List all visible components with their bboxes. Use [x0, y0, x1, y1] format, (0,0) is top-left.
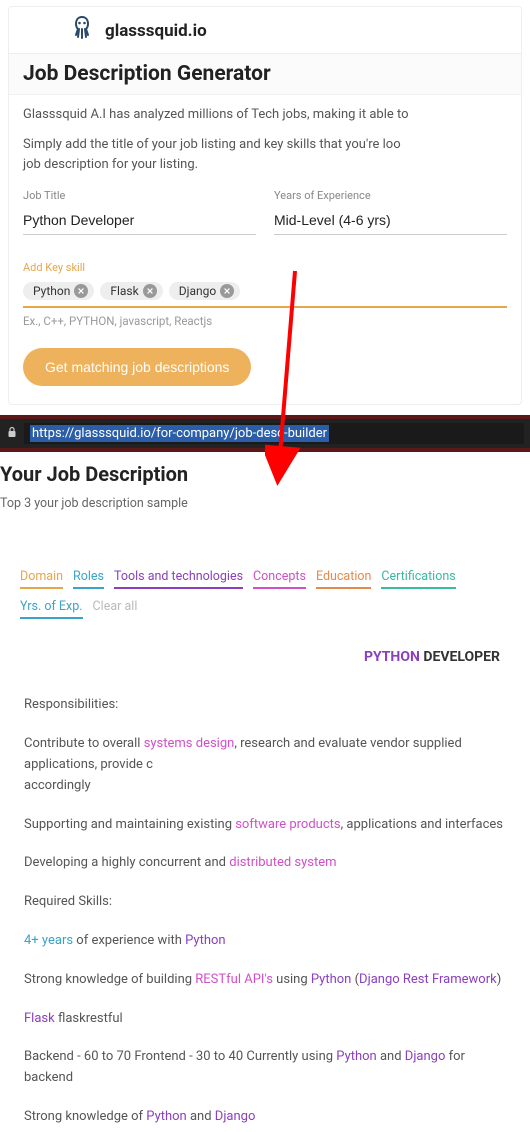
- card-header: Job Description Generator: [9, 53, 521, 95]
- squid-logo-icon: [69, 15, 95, 47]
- brand-row: glasssquid.io: [9, 7, 521, 53]
- skill-section: Add Key skill Python Flask Django Ex., C…: [9, 235, 521, 328]
- generator-heading: Job Description Generator: [23, 62, 507, 86]
- results-header: Your Job Description Top 3 your job desc…: [0, 452, 530, 511]
- filter-clear-all[interactable]: Clear all: [93, 599, 138, 619]
- job-title-input[interactable]: [23, 206, 256, 235]
- skill-chip-label: Flask: [110, 284, 138, 298]
- filter-row: Domain Roles Tools and technologies Conc…: [0, 511, 530, 619]
- jd-line: Supporting and maintaining existing soft…: [24, 815, 506, 836]
- filter-concepts[interactable]: Concepts: [253, 569, 306, 589]
- jd-body: Responsibilities: Contribute to overall …: [0, 665, 530, 1127]
- resp-heading: Responsibilities:: [24, 695, 506, 716]
- filter-tools[interactable]: Tools and technologies: [114, 569, 243, 589]
- filter-yrs-exp[interactable]: Yrs. of Exp.: [20, 599, 83, 619]
- jd-line: 4+ years of experience with Python: [24, 931, 506, 952]
- jd-line: Backend - 60 to 70 Frontend - 30 to 40 C…: [24, 1047, 506, 1089]
- skill-chips[interactable]: Python Flask Django: [23, 282, 507, 308]
- get-matching-button[interactable]: Get matching job descriptions: [23, 348, 251, 386]
- job-title-label: Job Title: [23, 189, 256, 202]
- skill-chip[interactable]: Django: [169, 282, 240, 300]
- generator-card: glasssquid.io Job Description Generator …: [8, 6, 522, 405]
- skill-chip[interactable]: Python: [23, 282, 94, 300]
- filter-domain[interactable]: Domain: [20, 569, 63, 589]
- jd-line: Contribute to overall systems design, re…: [24, 734, 506, 796]
- jd-title: PYTHON DEVELOPER: [0, 619, 530, 665]
- jd-line: Strong knowledge of building RESTful API…: [24, 970, 506, 991]
- results-heading: Your Job Description: [0, 462, 530, 486]
- job-title-field: Job Title: [23, 189, 256, 235]
- remove-chip-icon[interactable]: [143, 284, 157, 298]
- skill-chip[interactable]: Flask: [100, 282, 162, 300]
- browser-urlbar: https://glasssquid.io/for-company/job-de…: [0, 415, 530, 452]
- brand-name: glasssquid.io: [105, 21, 207, 41]
- experience-label: Years of Experience: [274, 189, 507, 202]
- generator-desc-2: Simply add the title of your job listing…: [9, 125, 521, 175]
- generator-desc-1: Glasssquid A.I has analyzed millions of …: [9, 95, 521, 125]
- jd-line: Developing a highly concurrent and distr…: [24, 853, 506, 874]
- url-text: https://glasssquid.io/for-company/job-de…: [30, 425, 329, 442]
- skill-hint: Ex., C++, PYTHON, javascript, Reactjs: [23, 314, 507, 328]
- req-heading: Required Skills:: [24, 892, 506, 913]
- lock-icon: [6, 426, 18, 441]
- form-row: Job Title Years of Experience: [9, 175, 521, 235]
- filter-education[interactable]: Education: [316, 569, 371, 589]
- remove-chip-icon[interactable]: [74, 284, 88, 298]
- url-input[interactable]: https://glasssquid.io/for-company/job-de…: [24, 423, 524, 444]
- results-sub: Top 3 your job description sample: [0, 496, 530, 511]
- jd-line: Flask flaskrestful: [24, 1009, 506, 1030]
- experience-input[interactable]: [274, 206, 507, 235]
- skill-label: Add Key skill: [23, 261, 507, 274]
- jd-line: Strong knowledge of Python and Django: [24, 1107, 506, 1128]
- skill-chip-label: Python: [33, 284, 70, 298]
- remove-chip-icon[interactable]: [220, 284, 234, 298]
- filter-roles[interactable]: Roles: [73, 569, 104, 589]
- experience-field: Years of Experience: [274, 189, 507, 235]
- skill-chip-label: Django: [179, 284, 216, 298]
- filter-certifications[interactable]: Certifications: [381, 569, 455, 589]
